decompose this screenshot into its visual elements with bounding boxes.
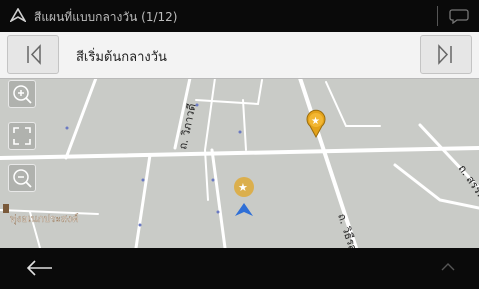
- divider: [437, 6, 438, 26]
- next-style-button[interactable]: [420, 35, 472, 74]
- zoom-in-button[interactable]: [8, 80, 36, 108]
- page-title: สีแผนที่แบบกลางวัน (1/12): [34, 10, 178, 24]
- star-poi-icon[interactable]: ★: [234, 177, 254, 197]
- zoom-out-button[interactable]: [8, 164, 36, 192]
- svg-text:★: ★: [311, 116, 320, 127]
- zoom-out-icon: [13, 169, 32, 188]
- map-style-selector: สีเริ่มต้นกลางวัน: [0, 32, 479, 79]
- chat-bubble-icon[interactable]: [449, 8, 469, 24]
- back-arrow-icon[interactable]: [24, 258, 54, 278]
- fullscreen-button[interactable]: [8, 122, 36, 150]
- place-label: ทุ่งอเนกประสงค์: [10, 213, 79, 225]
- previous-arrow-icon: [27, 44, 41, 65]
- svg-text:★: ★: [238, 181, 248, 194]
- next-arrow-icon: [438, 44, 452, 65]
- map-style-name: สีเริ่มต้นกลางวัน: [76, 50, 167, 65]
- previous-style-button[interactable]: [7, 35, 59, 74]
- navigation-arrow-icon[interactable]: [10, 8, 26, 22]
- map-style-screen: ถ. วิภาวดี ถ. วิธีรสก ถ. สรรพ ทุ่งอเนกปร…: [0, 0, 479, 289]
- top-bar: สีแผนที่แบบกลางวัน (1/12): [0, 0, 479, 32]
- chevron-up-icon[interactable]: [440, 262, 456, 272]
- fullscreen-icon: [13, 127, 31, 145]
- zoom-in-icon: [13, 85, 32, 104]
- bottom-bar: [0, 248, 479, 289]
